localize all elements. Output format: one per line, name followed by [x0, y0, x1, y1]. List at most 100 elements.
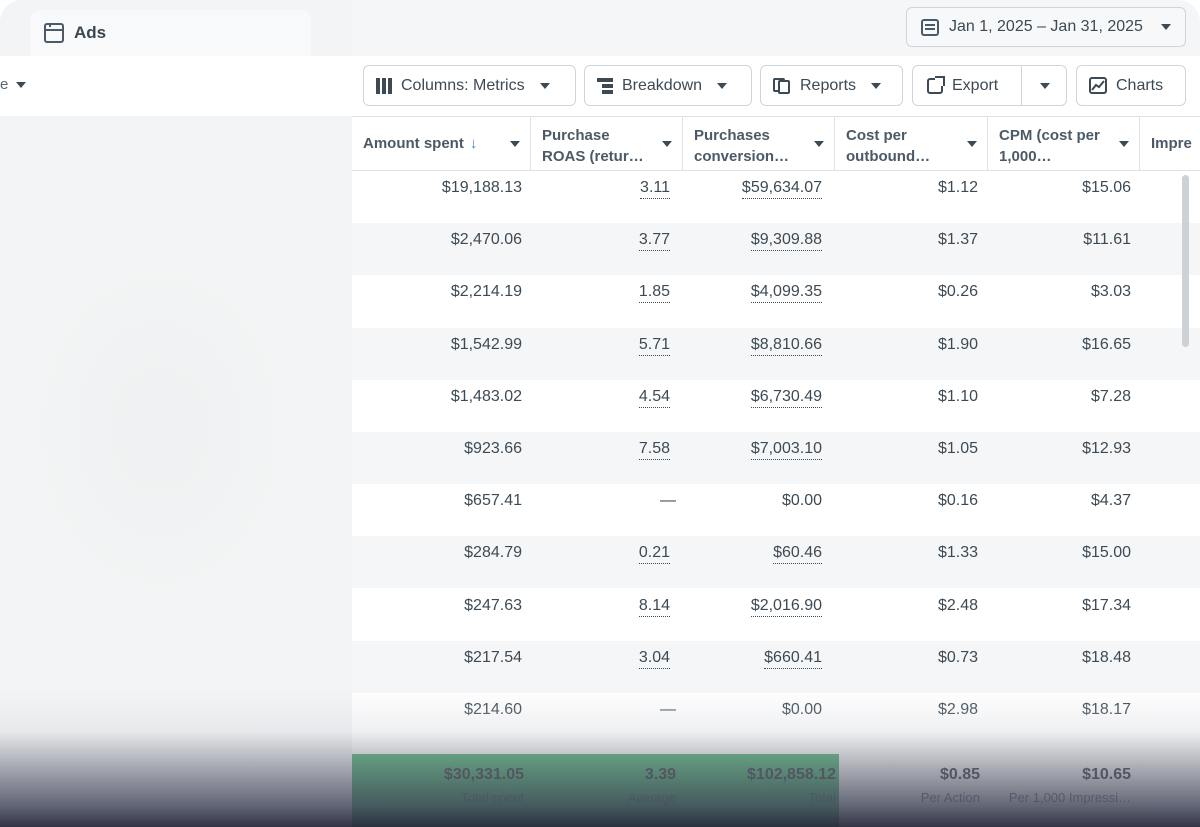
- table-cell[interactable]: $2,016.90: [750, 597, 822, 617]
- export-label: Export: [952, 76, 999, 94]
- column-header-cpm[interactable]: CPM (cost per 1,000…: [988, 117, 1140, 170]
- header-label: Cost per: [846, 127, 907, 144]
- caret-down-icon: [717, 82, 728, 89]
- left-dropdown-label: e: [0, 76, 9, 93]
- total-cost-per-outbound: $0.85: [939, 766, 980, 783]
- table-cell: $15.06: [1082, 179, 1131, 196]
- table-row[interactable]: $247.63 8.14 $2,016.90 $2.48 $17.34: [352, 589, 1200, 641]
- table-cell[interactable]: 0.21: [638, 544, 670, 565]
- table-row[interactable]: $2,470.06 3.77 $9,309.88 $1.37 $11.61: [352, 223, 1200, 276]
- table-row[interactable]: $284.79 0.21 $60.46 $1.33 $15.00: [352, 536, 1200, 589]
- table-row[interactable]: $19,188.13 3.11 $59,634.07 $1.12 $15.06: [352, 171, 1200, 223]
- table-cell[interactable]: $9,309.88: [750, 231, 822, 252]
- header-label: Impre: [1151, 135, 1192, 152]
- table-row[interactable]: $2,214.19 1.85 $4,099.35 $0.26 $3.03: [352, 275, 1200, 327]
- charts-button[interactable]: Charts: [1076, 65, 1186, 106]
- table-cell: $12.93: [1082, 440, 1131, 457]
- table-cell[interactable]: $6,730.49: [750, 388, 822, 408]
- caret-down-icon: [1039, 82, 1050, 89]
- caret-down-icon[interactable]: [967, 141, 977, 147]
- table-cell: —: [660, 701, 676, 718]
- total-cost-per-outbound-label: Per Action: [920, 790, 980, 805]
- header-label: Amount spent: [363, 135, 464, 152]
- table-cell: $3.03: [1090, 283, 1131, 301]
- metrics-table: Amount spent ↓ Purchase ROAS (retur… Purc…: [352, 116, 1200, 827]
- caret-down-icon[interactable]: [814, 141, 824, 147]
- table-cell[interactable]: 4.54: [638, 388, 670, 408]
- table-cell[interactable]: 1.85: [638, 283, 670, 304]
- tab-ads[interactable]: Ads: [30, 10, 311, 56]
- table-cell: $1.05: [937, 440, 978, 457]
- table-cell: $1.10: [937, 387, 978, 405]
- table-cell[interactable]: 3.11: [640, 179, 670, 199]
- columns-button[interactable]: Columns: Metrics: [363, 65, 576, 106]
- table-row[interactable]: $1,542.99 5.71 $8,810.66 $1.90 $16.65: [352, 327, 1200, 380]
- table-cell[interactable]: 3.04: [638, 649, 670, 669]
- header-label: Purchases: [694, 127, 770, 144]
- column-header-cost-per-outbound[interactable]: Cost per outbound…: [835, 117, 988, 170]
- breakdown-label: Breakdown: [622, 76, 703, 94]
- total-amount-spent: $30,331.05: [443, 766, 524, 783]
- export-button[interactable]: Export: [913, 66, 1015, 105]
- table-cell[interactable]: $660.41: [764, 649, 822, 669]
- table-cell: $1.33: [937, 544, 978, 562]
- header-label: conversion…: [694, 148, 790, 165]
- sort-arrow-icon[interactable]: ↓: [470, 135, 478, 152]
- totals-row: $30,331.05 Total spent 3.39 Average $102…: [352, 754, 1200, 827]
- tab-ads-label: Ads: [74, 23, 107, 42]
- table-row[interactable]: $923.66 7.58 $7,003.10 $1.05 $12.93: [352, 432, 1200, 484]
- table-cell: $284.79: [464, 544, 522, 562]
- reports-label: Reports: [800, 76, 857, 94]
- table-cell: $1,483.02: [450, 387, 522, 405]
- left-panel: [0, 0, 352, 827]
- header-label: outbound…: [846, 148, 931, 165]
- table-cell: $923.66: [464, 440, 522, 457]
- reports-icon: [773, 77, 791, 94]
- table-cell: $1.90: [937, 335, 978, 353]
- left-dropdown[interactable]: e: [0, 76, 27, 93]
- table-cell[interactable]: $60.46: [773, 544, 822, 565]
- table-cell: $1.37: [937, 231, 978, 249]
- table-cell: $16.65: [1082, 335, 1131, 353]
- caret-down-icon: [1160, 24, 1171, 30]
- column-header-impressions[interactable]: Impre: [1140, 117, 1200, 170]
- caret-down-icon[interactable]: [1119, 141, 1129, 147]
- table-cell: $15.00: [1082, 544, 1131, 562]
- date-range-label: Jan 1, 2025 – Jan 31, 2025: [949, 18, 1143, 35]
- date-range-picker[interactable]: Jan 1, 2025 – Jan 31, 2025: [906, 7, 1186, 47]
- vertical-scrollbar[interactable]: [1182, 175, 1189, 347]
- table-row[interactable]: $217.54 3.04 $660.41 $0.73 $18.48: [352, 640, 1200, 693]
- table-cell[interactable]: $8,810.66: [750, 336, 822, 356]
- export-icon: [927, 75, 945, 94]
- table-cell[interactable]: 3.77: [638, 231, 670, 252]
- table-row[interactable]: $657.41 — $0.00 $0.16 $4.37: [352, 484, 1200, 536]
- total-cpm: $10.65: [1082, 766, 1131, 783]
- export-dropdown-button[interactable]: [1024, 66, 1066, 105]
- table-cell: $2.98: [937, 701, 978, 718]
- column-header-purchase-roas[interactable]: Purchase ROAS (retur…: [531, 117, 683, 170]
- total-roas: 3.39: [644, 766, 676, 783]
- table-cell[interactable]: 5.71: [638, 336, 670, 356]
- table-cell: $657.41: [464, 492, 522, 510]
- table-cell[interactable]: $4,099.35: [750, 283, 822, 304]
- total-roas-label: Average: [627, 790, 676, 805]
- column-header-amount-spent[interactable]: Amount spent ↓: [352, 117, 531, 170]
- table-cell[interactable]: $59,634.07: [741, 179, 822, 199]
- total-cpm-label: Per 1,000 Impressi…: [1008, 790, 1131, 805]
- breakdown-icon: [597, 77, 613, 94]
- table-cell[interactable]: 8.14: [638, 597, 670, 617]
- caret-down-icon[interactable]: [662, 141, 672, 147]
- caret-down-icon[interactable]: [510, 141, 520, 147]
- header-label: ROAS (retur…: [542, 148, 644, 165]
- reports-button[interactable]: Reports: [760, 65, 903, 106]
- breakdown-button[interactable]: Breakdown: [584, 65, 752, 106]
- totals-highlight: [352, 754, 839, 827]
- table-cell: $1,542.99: [450, 335, 522, 353]
- table-cell[interactable]: $7,003.10: [750, 440, 822, 460]
- column-header-purchases-conversion[interactable]: Purchases conversion…: [683, 117, 835, 170]
- table-cell: $4.37: [1090, 492, 1131, 510]
- table-cell[interactable]: 7.58: [638, 440, 670, 460]
- table-row[interactable]: $1,483.02 4.54 $6,730.49 $1.10 $7.28: [352, 380, 1200, 432]
- header-label: 1,000…: [999, 148, 1052, 165]
- table-row[interactable]: $214.60 — $0.00 $2.98 $18.17: [352, 693, 1200, 745]
